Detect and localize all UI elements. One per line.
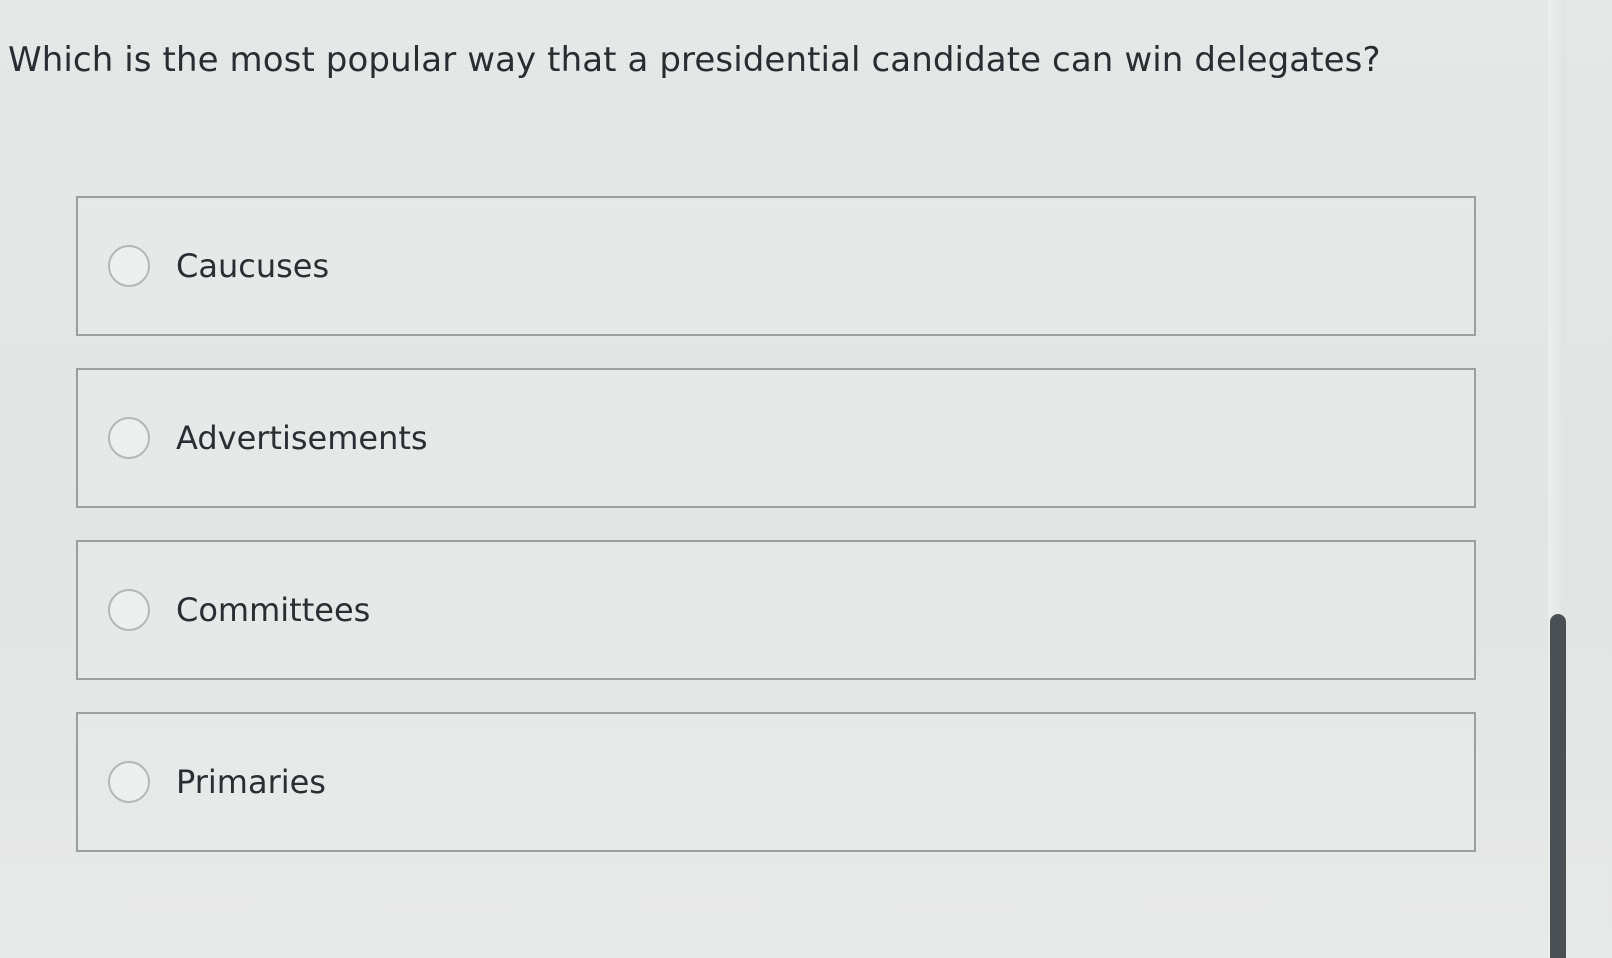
option-committees[interactable]: Committees xyxy=(76,540,1476,680)
option-primaries[interactable]: Primaries xyxy=(76,712,1476,852)
question-text: Which is the most popular way that a pre… xyxy=(8,40,1381,80)
scrollbar-thumb[interactable] xyxy=(1550,614,1566,958)
radio-unselected-icon[interactable] xyxy=(108,589,150,631)
radio-unselected-icon[interactable] xyxy=(108,245,150,287)
option-label: Caucuses xyxy=(176,247,330,285)
option-label: Primaries xyxy=(176,763,326,801)
radio-unselected-icon[interactable] xyxy=(108,761,150,803)
option-caucuses[interactable]: Caucuses xyxy=(76,196,1476,336)
radio-unselected-icon[interactable] xyxy=(108,417,150,459)
option-label: Committees xyxy=(176,591,371,629)
vertical-scrollbar[interactable] xyxy=(1548,0,1566,958)
answer-options: Caucuses Advertisements Committees Prima… xyxy=(76,196,1476,884)
option-advertisements[interactable]: Advertisements xyxy=(76,368,1476,508)
option-label: Advertisements xyxy=(176,419,428,457)
